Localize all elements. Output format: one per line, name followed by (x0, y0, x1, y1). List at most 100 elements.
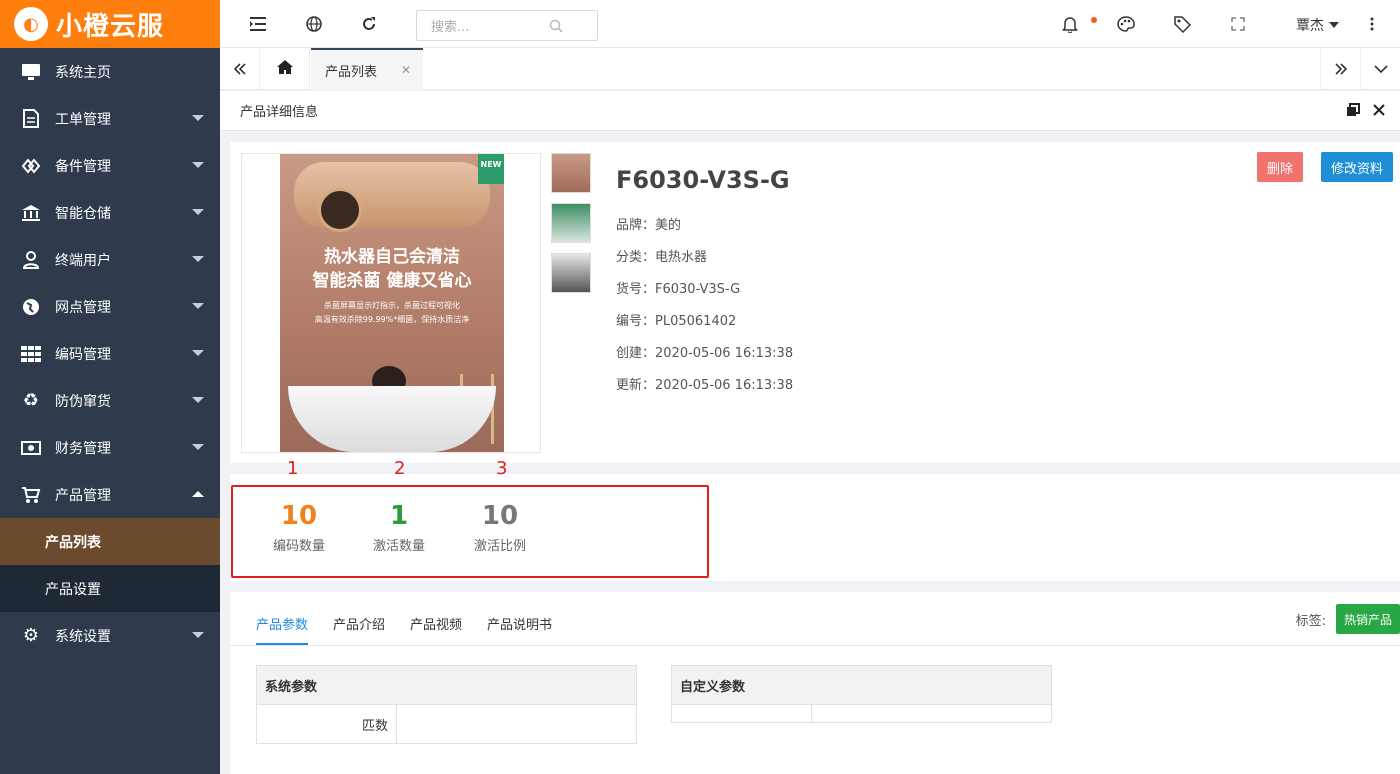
product-thumbnail-1[interactable] (551, 153, 591, 193)
poster-subline-1: 杀菌屏幕显示灯指示，杀菌过程可视化 (324, 301, 460, 310)
info-category: 分类：电热水器 (616, 250, 708, 265)
refresh-icon[interactable] (359, 14, 379, 34)
sidebar-item-label: 系统主页 (55, 64, 111, 81)
param-label: 匹数 (256, 704, 397, 744)
close-icon[interactable] (1372, 103, 1386, 121)
tab-scroll-right-button[interactable] (1320, 48, 1360, 90)
restore-icon[interactable] (1346, 103, 1360, 121)
logo[interactable]: ◐ 小橙云服 (0, 0, 220, 48)
main-content: 产品详细信息 NEW 热水器自己会清洁 智能杀菌 健康又省心 杀菌屏幕显示灯指示… (220, 91, 1400, 774)
monitor-icon (20, 62, 42, 82)
stat-activated-count: 1 激活数量 (359, 501, 439, 554)
sidebar-item-label: 防伪窜货 (55, 393, 111, 410)
info-updated: 更新：2020-05-06 16:13:38 (616, 378, 794, 393)
sidebar-item-outlets[interactable]: 网点管理 (0, 283, 220, 330)
custom-params-table: 自定义参数 (671, 665, 1052, 723)
sidebar-item-label: 备件管理 (55, 158, 111, 175)
palette-icon[interactable] (1116, 14, 1136, 34)
tab-product-manual[interactable]: 产品说明书 (487, 614, 552, 645)
sidebar-item-label: 财务管理 (55, 440, 111, 457)
chevron-down-icon (192, 350, 204, 356)
globe-icon (20, 297, 42, 317)
tab-scroll-left-button[interactable] (220, 48, 260, 90)
stat-value: 10 (481, 501, 519, 531)
bank-icon (20, 203, 42, 223)
chevron-down-icon (192, 632, 204, 638)
user-menu[interactable]: 覃杰 (1296, 15, 1339, 35)
annotation-number-1: 1 (287, 458, 299, 479)
product-poster: NEW 热水器自己会清洁 智能杀菌 健康又省心 杀菌屏幕显示灯指示，杀菌过程可视… (280, 154, 504, 452)
search-placeholder: 搜索... (431, 20, 470, 35)
tab-label: 产品列表 (325, 64, 378, 80)
home-icon (276, 59, 294, 79)
new-badge: NEW (478, 154, 504, 184)
tab-product-list[interactable]: 产品列表 ✕ (311, 48, 423, 90)
sidebar-item-products[interactable]: 产品管理 (0, 471, 220, 518)
detail-tabs: 产品参数 产品介绍 产品视频 产品说明书 (256, 614, 577, 645)
water-heater-illustration (294, 162, 490, 232)
sidebar-item-endusers[interactable]: 终端用户 (0, 236, 220, 283)
tab-product-video[interactable]: 产品视频 (410, 614, 462, 645)
product-thumbnail-2[interactable] (551, 203, 591, 243)
product-main-image[interactable]: NEW 热水器自己会清洁 智能杀菌 健康又省心 杀菌屏幕显示灯指示，杀菌过程可视… (241, 153, 541, 453)
document-icon (20, 109, 42, 129)
stat-activation-ratio: 10 激活比例 (460, 501, 540, 554)
sidebar-item-anticounterfeit[interactable]: ♻ 防伪窜货 (0, 377, 220, 424)
table-header: 系统参数 (256, 665, 637, 705)
close-icon[interactable]: ✕ (401, 63, 411, 77)
tab-product-params[interactable]: 产品参数 (256, 614, 309, 645)
info-code: 编号：PL05061402 (616, 314, 737, 329)
sidebar-item-codes[interactable]: 编码管理 (0, 330, 220, 377)
search-input[interactable]: 搜索... (416, 10, 598, 41)
panel-header: 产品详细信息 (220, 91, 1400, 131)
tag-icon[interactable] (1172, 14, 1192, 34)
sidebar-item-label: 智能仓储 (55, 205, 111, 222)
sidebar-item-label: 系统设置 (55, 628, 111, 645)
panel-title: 产品详细信息 (240, 105, 319, 120)
sidebar-item-finance[interactable]: 财务管理 (0, 424, 220, 471)
chevron-down-icon (192, 256, 204, 262)
tag-label: 标签: (1295, 614, 1326, 629)
stat-value: 1 (389, 501, 409, 531)
user-icon (20, 250, 42, 270)
table-row (671, 704, 1052, 723)
sidebar-item-workorder[interactable]: 工单管理 (0, 95, 220, 142)
tab-bar: 产品列表 ✕ (220, 48, 1400, 90)
chevron-down-icon (192, 162, 204, 168)
stat-label: 激活比例 (473, 539, 526, 554)
sidebar-sub-product-settings[interactable]: 产品设置 (0, 565, 220, 612)
system-params-table: 系统参数 匹数 (256, 665, 637, 744)
sidebar-item-label: 工单管理 (55, 111, 111, 128)
globe-icon[interactable] (304, 14, 324, 34)
recycle-icon: ♻ (22, 390, 40, 411)
delete-button[interactable]: 删除 (1257, 152, 1304, 182)
poster-headline-1: 热水器自己会清洁 (324, 247, 460, 267)
table-row: 匹数 (256, 704, 637, 744)
gear-icon: ⚙ (22, 625, 40, 646)
sidebar-item-home[interactable]: 系统主页 (0, 48, 220, 95)
notification-dot (1091, 17, 1097, 23)
sidebar-sub-product-list[interactable]: 产品列表 (0, 518, 220, 565)
chevron-down-icon (192, 444, 204, 450)
fullscreen-icon[interactable] (1228, 14, 1248, 34)
more-vertical-icon[interactable] (1362, 14, 1382, 34)
tab-home[interactable] (260, 48, 310, 90)
tag-badge[interactable]: 热销产品 (1335, 604, 1400, 634)
sidebar-item-label: 终端用户 (55, 252, 111, 269)
sidebar-item-parts[interactable]: 备件管理 (0, 142, 220, 189)
search-icon[interactable] (514, 19, 597, 33)
tab-product-intro[interactable]: 产品介绍 (333, 614, 385, 645)
edit-button[interactable]: 修改资料 (1321, 152, 1394, 182)
product-info-card: NEW 热水器自己会清洁 智能杀菌 健康又省心 杀菌屏幕显示灯指示，杀菌过程可视… (230, 142, 1400, 463)
sidebar-item-label: 产品管理 (55, 487, 111, 504)
sidebar-item-settings[interactable]: ⚙ 系统设置 (0, 612, 220, 659)
money-icon (20, 438, 42, 458)
bell-icon[interactable] (1060, 14, 1080, 34)
poster-subline-2: 高温有效杀除99.99%*细菌，保持水质洁净 (314, 315, 470, 324)
sidebar-item-warehouse[interactable]: 智能仓储 (0, 189, 220, 236)
param-value (396, 704, 637, 744)
menu-toggle-icon[interactable] (248, 14, 268, 34)
stat-label: 激活数量 (372, 539, 425, 554)
product-thumbnail-3[interactable] (551, 253, 591, 293)
tab-options-button[interactable] (1360, 48, 1400, 90)
